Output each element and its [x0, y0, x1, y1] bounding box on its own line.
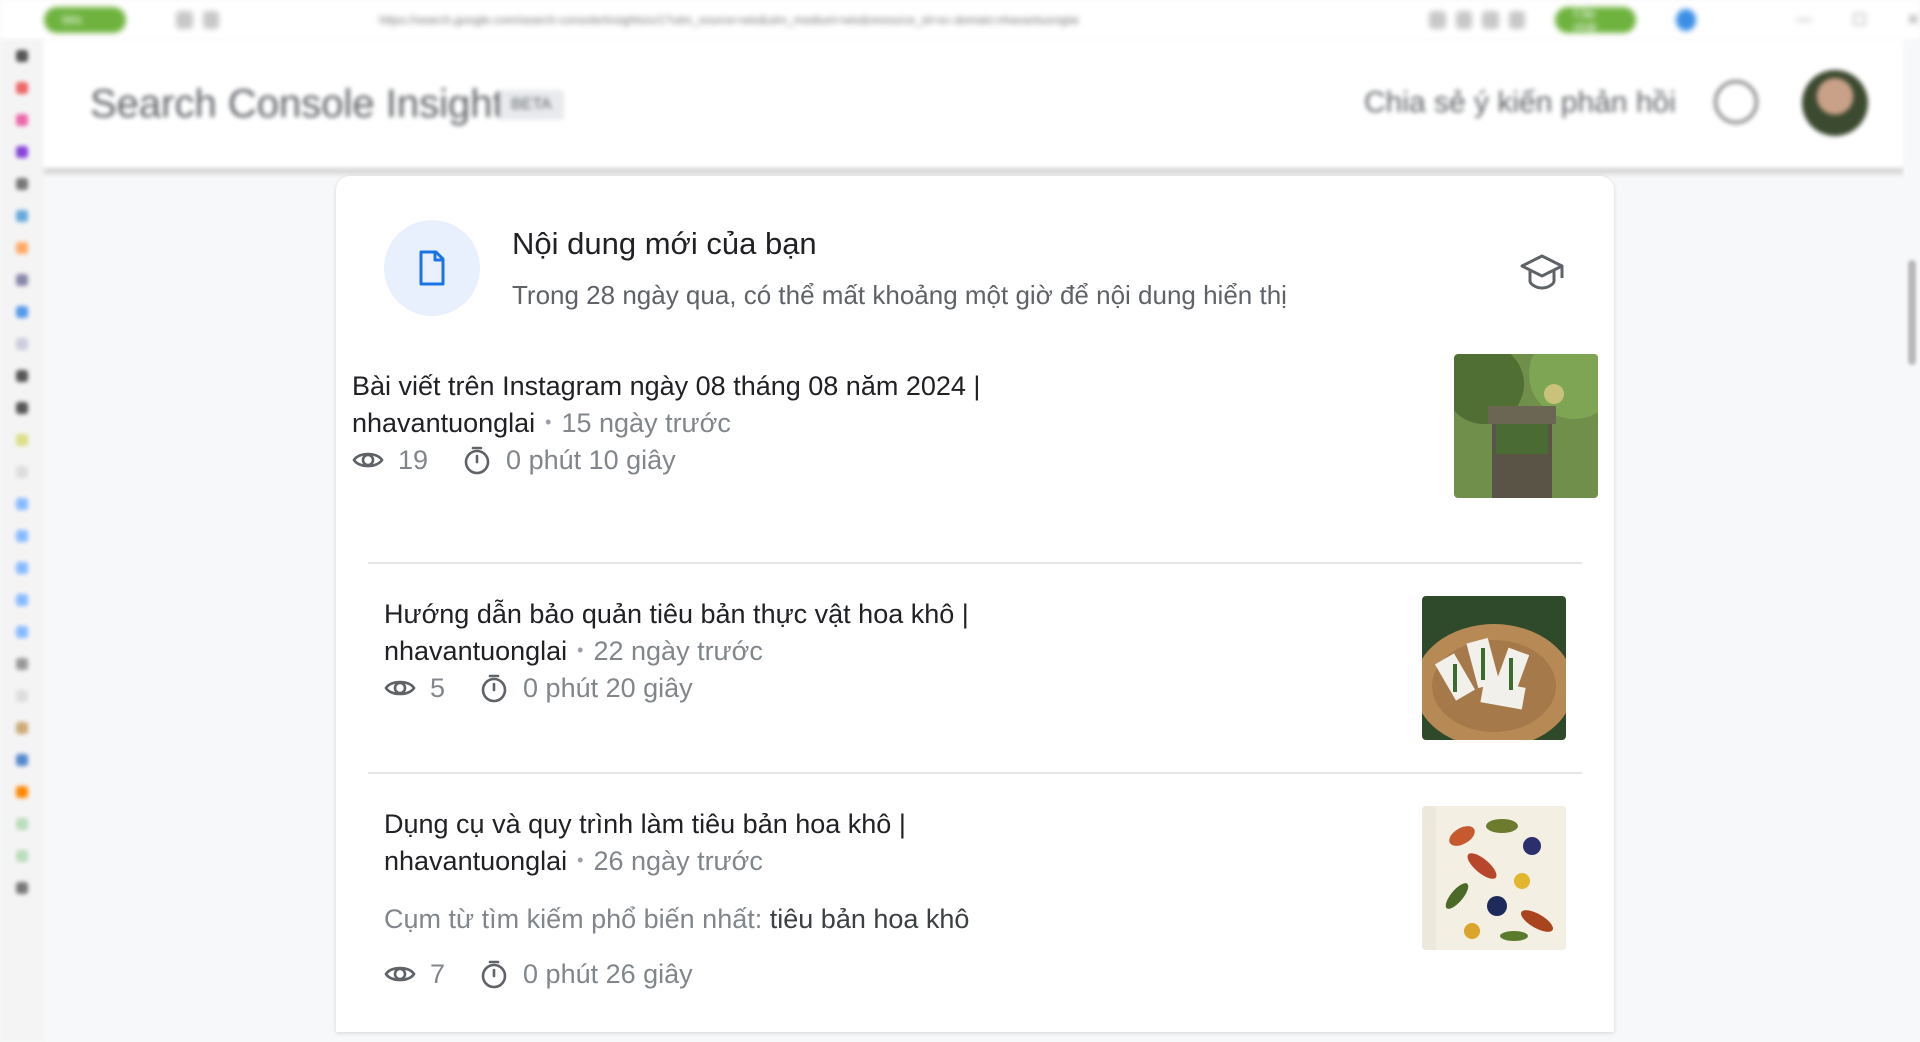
- close-window-icon[interactable]: ✕: [1907, 10, 1920, 30]
- extension-icon[interactable]: [1482, 11, 1499, 29]
- extension-icon[interactable]: [16, 882, 28, 894]
- content-thumbnail[interactable]: [1422, 596, 1566, 740]
- separator-dot: •: [545, 412, 552, 432]
- extension-icon[interactable]: [16, 626, 28, 638]
- content-item[interactable]: Hướng dẫn bảo quản tiêu bản thực vật hoa…: [368, 562, 1582, 772]
- top-query-term: tiêu bản hoa khô: [769, 904, 970, 934]
- beta-badge: BETA: [499, 90, 564, 120]
- eye-icon: [352, 452, 384, 468]
- top-query: Cụm từ tìm kiếm phổ biến nhất: tiêu bản …: [384, 904, 969, 935]
- bookmark-icon[interactable]: [1429, 11, 1446, 29]
- card-title: Nội dung mới của bạn: [512, 226, 817, 261]
- app-title: Search Console Insights: [90, 82, 524, 126]
- content-age: 15 ngày trước: [561, 408, 731, 438]
- download-icon[interactable]: [1508, 11, 1526, 29]
- timer-icon: [481, 960, 507, 989]
- extension-icon[interactable]: [16, 178, 28, 190]
- eye-icon: [384, 966, 416, 982]
- minimize-icon[interactable]: —: [1796, 11, 1812, 29]
- feedback-link[interactable]: Chia sẻ ý kiến phản hồi: [1364, 86, 1676, 120]
- content-source: nhavantuonglai: [384, 846, 568, 876]
- content-title[interactable]: Dụng cụ và quy trình làm tiêu bản hoa kh…: [384, 806, 1144, 879]
- content-item[interactable]: Dụng cụ và quy trình làm tiêu bản hoa kh…: [368, 772, 1582, 1014]
- document-icon: [419, 250, 445, 286]
- profile-pill[interactable]: Wix: [44, 7, 126, 33]
- duration-value: 0 phút 20 giây: [523, 672, 693, 703]
- content-title-main: Bài viết trên Instagram ngày 08 tháng 08…: [352, 371, 981, 401]
- extension-icon[interactable]: [16, 434, 28, 446]
- extension-icon[interactable]: [16, 242, 28, 254]
- scrollbar-thumb[interactable]: [1908, 260, 1916, 365]
- graduation-cap-icon[interactable]: [1518, 248, 1566, 296]
- top-query-label: Cụm từ tìm kiếm phổ biến nhất:: [384, 904, 763, 934]
- card-subtitle: Trong 28 ngày qua, có thể mất khoảng một…: [512, 280, 1287, 310]
- help-icon[interactable]: [1714, 80, 1758, 124]
- update-pill[interactable]: Cập nhật: [1555, 6, 1637, 34]
- timer-icon: [464, 446, 490, 475]
- pressed-flowers-frame-photo: [1422, 806, 1566, 950]
- content-title-main: Dụng cụ và quy trình làm tiêu bản hoa kh…: [384, 809, 906, 839]
- document-badge: [384, 220, 480, 316]
- app-header: Search Console Insights BETA Chia sẻ ý k…: [44, 40, 1904, 174]
- extension-icon[interactable]: [16, 146, 28, 158]
- avatar[interactable]: [1802, 70, 1868, 136]
- page-scrollbar[interactable]: [1904, 40, 1920, 1032]
- mossy-pillar-photo: [1454, 354, 1598, 498]
- content-stats: 19 0 phút 10 giây: [352, 444, 676, 476]
- content-age: 26 ngày trước: [593, 846, 763, 876]
- extension-icon[interactable]: [16, 562, 28, 574]
- extension-icon[interactable]: [16, 530, 28, 542]
- content-item[interactable]: Bài viết trên Instagram ngày 08 tháng 08…: [336, 354, 1614, 562]
- content-title-main: Hướng dẫn bảo quản tiêu bản thực vật hoa…: [384, 599, 969, 629]
- content-stats: 5 0 phút 20 giây: [384, 672, 693, 704]
- extension-icon[interactable]: [16, 338, 28, 350]
- content-thumbnail[interactable]: [1454, 354, 1598, 498]
- content-thumbnail[interactable]: [1422, 806, 1566, 950]
- share-icon[interactable]: [1455, 11, 1473, 29]
- extension-icon[interactable]: [16, 114, 28, 126]
- content-title[interactable]: Hướng dẫn bảo quản tiêu bản thực vật hoa…: [384, 596, 1144, 669]
- extension-icon[interactable]: [16, 594, 28, 606]
- extension-icon[interactable]: [16, 690, 28, 702]
- extension-icon[interactable]: [16, 722, 28, 734]
- extension-icon[interactable]: [16, 658, 28, 670]
- extension-sidebar: [0, 40, 44, 1042]
- duration-value: 0 phút 10 giây: [506, 444, 676, 475]
- tab-icon[interactable]: [202, 11, 220, 29]
- content-source: nhavantuonglai: [352, 408, 536, 438]
- content-title[interactable]: Bài viết trên Instagram ngày 08 tháng 08…: [352, 368, 1112, 441]
- timer-icon: [481, 674, 507, 703]
- extension-icon[interactable]: [16, 850, 28, 862]
- extension-icon[interactable]: [16, 210, 28, 222]
- separator-dot: •: [577, 640, 584, 660]
- eye-icon: [384, 680, 416, 696]
- pressed-plants-basket-photo: [1422, 596, 1566, 740]
- extension-icon[interactable]: [16, 370, 28, 382]
- card-header: Nội dung mới của bạn Trong 28 ngày qua, …: [336, 176, 1614, 354]
- extension-icon[interactable]: [16, 754, 28, 766]
- extension-icon[interactable]: [16, 274, 28, 286]
- content-stats: 7 0 phút 26 giây: [384, 958, 693, 990]
- extension-icon[interactable]: [16, 306, 28, 318]
- extension-icon[interactable]: [16, 498, 28, 510]
- views-count: 7: [430, 958, 446, 989]
- maximize-icon[interactable]: ☐: [1852, 10, 1866, 30]
- extension-icon[interactable]: [16, 50, 28, 62]
- duration-value: 0 phút 26 giây: [523, 958, 693, 989]
- back-icon[interactable]: [175, 11, 193, 29]
- extension-icon[interactable]: [16, 786, 28, 798]
- separator-dot: •: [577, 850, 584, 870]
- views-count: 19: [398, 444, 429, 475]
- content-age: 22 ngày trước: [593, 636, 763, 666]
- profile-globe-icon[interactable]: [1676, 9, 1697, 31]
- extension-icon[interactable]: [16, 466, 28, 478]
- extension-icon[interactable]: [16, 402, 28, 414]
- content-source: nhavantuonglai: [384, 636, 568, 666]
- browser-toolbar: Wix https://search.google.com/search-con…: [0, 0, 1920, 40]
- address-bar[interactable]: https://search.google.com/search-console…: [379, 8, 1419, 32]
- extension-icon[interactable]: [16, 818, 28, 830]
- extension-icon[interactable]: [16, 82, 28, 94]
- views-count: 5: [430, 672, 446, 703]
- new-content-card: Nội dung mới của bạn Trong 28 ngày qua, …: [336, 176, 1614, 1032]
